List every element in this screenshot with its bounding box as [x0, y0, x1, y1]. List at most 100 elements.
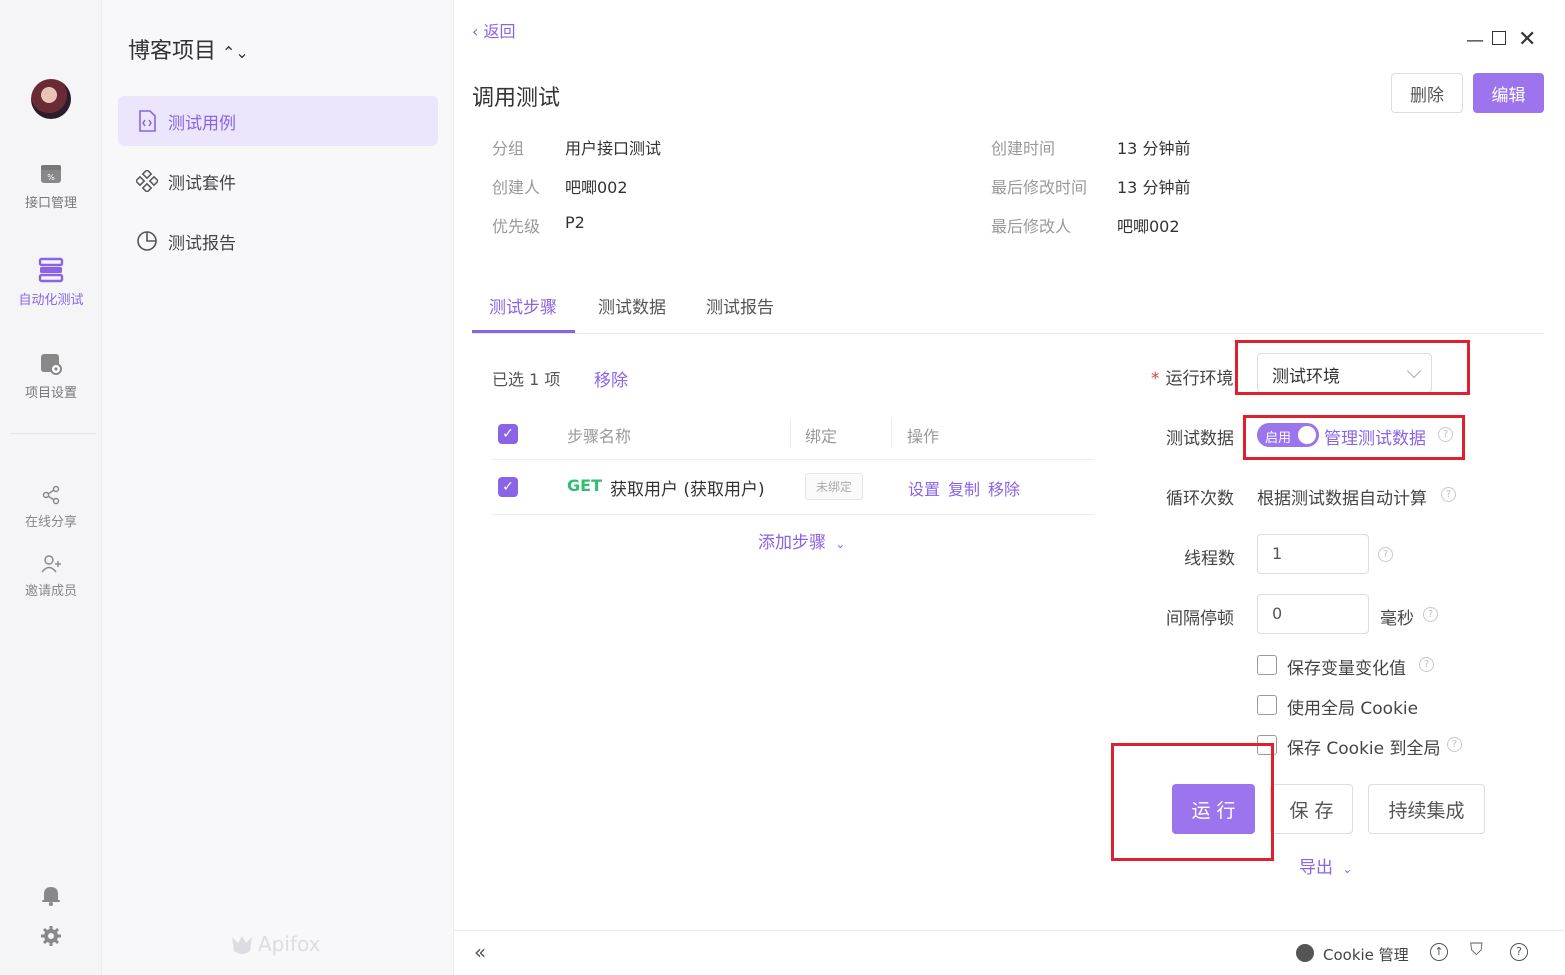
env-label: * 运行环境: [1151, 364, 1234, 389]
apifox-logo: Apifox: [230, 932, 320, 956]
rail-item-automation-test[interactable]: 自动化测试: [0, 257, 102, 308]
threads-input[interactable]: 1: [1257, 534, 1369, 574]
chevron-down-icon: ⌄: [835, 537, 846, 551]
help-icon[interactable]: ?: [1423, 607, 1438, 622]
binding-status-badge: 未绑定: [805, 473, 864, 500]
table-row[interactable]: ✓ GET 获取用户 (获取用户) 未绑定 设置 复制 移除: [492, 460, 1094, 515]
rail-item-label: 自动化测试: [18, 293, 84, 308]
pie-chart-icon: [136, 230, 158, 252]
save-button[interactable]: 保 存: [1270, 784, 1353, 834]
user-avatar[interactable]: [31, 79, 71, 119]
env-label-text: 运行环境: [1165, 369, 1234, 389]
tab-test-steps[interactable]: 测试步骤: [489, 293, 557, 318]
nav-item-test-reports[interactable]: 测试报告: [118, 216, 438, 266]
back-label: 返回: [483, 22, 516, 41]
maximize-icon[interactable]: [1492, 31, 1506, 45]
interval-input[interactable]: 0: [1257, 594, 1369, 634]
brand-name: Apifox: [258, 932, 321, 956]
minimize-icon[interactable]: —: [1466, 30, 1484, 51]
nav-item-test-suites[interactable]: 测试套件: [118, 156, 438, 206]
http-method-badge: GET: [567, 476, 602, 495]
step-name[interactable]: 获取用户 (获取用户): [610, 475, 765, 500]
threads-label: 线程数: [1184, 549, 1235, 569]
table-header: ✓ 步骤名称 绑定 操作: [492, 410, 1094, 460]
active-tab-indicator: [472, 330, 575, 333]
highlight-box-env: [1235, 340, 1470, 395]
cookie-manage-button[interactable]: Cookie 管理: [1323, 944, 1409, 965]
chevron-down-icon: ⌄: [1342, 862, 1353, 876]
ci-button[interactable]: 持续集成: [1368, 784, 1485, 834]
required-mark: *: [1151, 369, 1160, 389]
settings-button[interactable]: [0, 925, 102, 953]
back-link[interactable]: ‹ 返回: [472, 18, 516, 42]
api-icon: %: [41, 165, 61, 183]
settings-doc-icon: [41, 354, 62, 375]
suite-icon: [136, 170, 158, 192]
rail-invite-button[interactable]: 邀请成员: [0, 554, 102, 599]
shirt-icon[interactable]: ⛉: [1470, 940, 1483, 960]
cookie-icon: [1296, 944, 1314, 962]
interval-unit: 毫秒: [1380, 609, 1414, 629]
rail-item-project-settings[interactable]: 项目设置: [0, 352, 102, 401]
upload-icon[interactable]: ↑: [1430, 943, 1448, 961]
collapse-sidebar-icon[interactable]: «: [474, 940, 486, 964]
apifox-logo-icon: [232, 936, 252, 954]
save-variable-checkbox[interactable]: [1257, 655, 1277, 675]
edit-button[interactable]: 编辑: [1473, 73, 1544, 113]
loop-label: 循环次数: [1166, 489, 1234, 509]
notification-button[interactable]: [0, 884, 102, 912]
meta-created-value: 13 分钟前: [1117, 139, 1191, 158]
main-panel: ‹ 返回 — ✕ 调用测试 删除 编辑 分组 用户接口测试 创建人 吧唧002 …: [454, 0, 1565, 975]
loop-value: 根据测试数据自动计算: [1257, 489, 1427, 509]
meta-group-key: 分组: [492, 139, 525, 158]
export-dropdown[interactable]: 导出 ⌄: [1299, 853, 1352, 878]
help-icon[interactable]: ?: [1419, 657, 1434, 672]
automation-icon: [38, 257, 64, 283]
help-icon[interactable]: ?: [1441, 487, 1456, 502]
export-label: 导出: [1299, 858, 1333, 878]
select-all-checkbox[interactable]: ✓: [498, 424, 518, 444]
meta-created-key: 创建时间: [991, 139, 1056, 158]
rail-item-label: 接口管理: [24, 196, 77, 211]
row-settings-link[interactable]: 设置: [908, 476, 940, 500]
row-checkbox[interactable]: ✓: [498, 477, 518, 497]
column-divider: [790, 418, 791, 448]
nav-item-label: 测试套件: [168, 173, 236, 194]
tab-test-data[interactable]: 测试数据: [598, 293, 666, 318]
add-user-icon: [41, 555, 61, 573]
column-header: 步骤名称: [567, 427, 632, 446]
share-icon: [42, 485, 60, 505]
meta-creator-value: 吧唧002: [565, 178, 628, 197]
bottom-status-bar: « Cookie 管理 ↑ ⛉ ?: [454, 930, 1565, 975]
row-remove-link[interactable]: 移除: [988, 476, 1020, 500]
add-step-dropdown[interactable]: 添加步骤 ⌄: [758, 528, 845, 553]
global-cookie-label[interactable]: 使用全局 Cookie: [1287, 694, 1418, 719]
switch-chevron-icon: ⌃⌄: [222, 43, 249, 62]
project-switcher[interactable]: 博客项目 ⌃⌄: [128, 33, 249, 65]
save-variable-label[interactable]: 保存变量变化值: [1287, 654, 1406, 679]
rail-item-api-management[interactable]: % 接口管理: [0, 162, 102, 211]
save-cookie-label[interactable]: 保存 Cookie 到全局: [1287, 734, 1441, 759]
rail-share-button[interactable]: 在线分享: [0, 485, 102, 530]
nav-item-test-cases[interactable]: 测试用例: [118, 96, 438, 146]
meta-modified-value: 13 分钟前: [1117, 178, 1191, 197]
help-icon[interactable]: ?: [1378, 547, 1393, 562]
delete-button[interactable]: 删除: [1391, 73, 1463, 113]
tab-test-report[interactable]: 测试报告: [706, 293, 774, 318]
rail-share-label: 在线分享: [24, 515, 77, 530]
page-title: 调用测试: [472, 86, 561, 111]
global-cookie-checkbox[interactable]: [1257, 695, 1277, 715]
meta-creator-key: 创建人: [492, 178, 541, 197]
remove-selected-button[interactable]: 移除: [594, 366, 628, 391]
meta-modified-key: 最后修改时间: [991, 178, 1088, 197]
help-icon[interactable]: ?: [1510, 943, 1528, 961]
close-icon[interactable]: ✕: [1518, 27, 1536, 52]
test-data-label: 测试数据: [1166, 429, 1234, 449]
row-copy-link[interactable]: 复制: [948, 476, 980, 500]
bell-icon: [42, 887, 60, 906]
help-icon[interactable]: ?: [1447, 737, 1462, 752]
nav-item-label: 测试报告: [168, 233, 236, 254]
project-title: 博客项目: [128, 39, 217, 64]
interval-label: 间隔停顿: [1166, 609, 1234, 629]
column-divider: [891, 418, 892, 448]
